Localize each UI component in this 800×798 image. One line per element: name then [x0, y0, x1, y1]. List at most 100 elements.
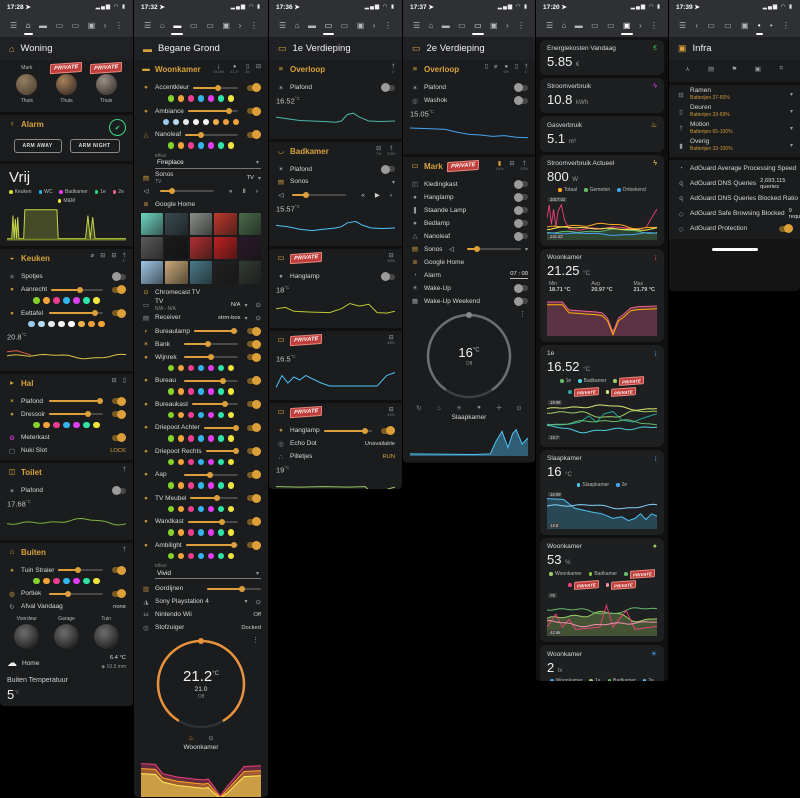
color-dot[interactable] [217, 411, 225, 419]
color-dot[interactable] [227, 482, 235, 489]
color-dot[interactable] [68, 320, 75, 327]
power-icon[interactable]: ⊙ [256, 314, 261, 322]
slider-knob[interactable] [302, 192, 309, 198]
brightness-slider[interactable] [49, 310, 103, 316]
color-dot[interactable] [93, 297, 100, 304]
color-dot[interactable] [227, 364, 235, 372]
color-dot[interactable] [177, 505, 185, 513]
chevron-down-icon[interactable]: ▾ [245, 302, 248, 309]
color-dot[interactable] [187, 435, 195, 442]
color-dot[interactable] [38, 320, 45, 327]
color-dot[interactable] [187, 411, 195, 419]
tab-kebab[interactable]: ⋮ [114, 19, 124, 32]
tab-menu[interactable]: ☰ [278, 19, 287, 32]
refresh-icon[interactable]: ↻ [414, 404, 424, 412]
arm-button[interactable]: ARM NIGHT [69, 139, 120, 153]
legend-item[interactable]: Keuken [9, 189, 32, 195]
tab-bed[interactable]: ▭ [706, 19, 716, 32]
tab-kebab[interactable]: ⋮ [781, 19, 791, 32]
shieldok-icon[interactable]: ✔ [109, 119, 126, 136]
weather-row[interactable]: ☁ Home 6.4 °C ◈ 10.3 mm [7, 652, 126, 674]
color-dot[interactable] [187, 529, 195, 536]
legend-item[interactable]: Woonkamer [549, 571, 582, 577]
fan-icon[interactable]: ✛ [494, 404, 504, 412]
chevron-down-icon[interactable]: ▾ [790, 142, 793, 149]
album-art[interactable] [141, 212, 164, 235]
toggle-switch[interactable] [381, 272, 395, 281]
color-dot[interactable] [93, 421, 100, 428]
tab-sofa[interactable]: ▬ [307, 19, 317, 32]
slider-knob[interactable] [91, 310, 98, 316]
legend-item[interactable]: Totaal [558, 187, 577, 193]
color-dot[interactable] [177, 435, 185, 442]
album-art[interactable] [189, 261, 213, 284]
tab-sofa[interactable]: ▬ [38, 19, 48, 32]
tab-grid[interactable]: ▣ [221, 19, 231, 32]
album-art[interactable] [238, 236, 262, 260]
slider-knob[interactable] [225, 108, 232, 114]
color-dot[interactable] [33, 297, 40, 304]
color-dot[interactable] [43, 421, 50, 428]
brightness-slider[interactable] [184, 341, 238, 348]
color-dot[interactable] [43, 297, 50, 304]
color-dot[interactable] [217, 435, 225, 442]
legend-item[interactable]: 1e [560, 378, 571, 384]
color-dot[interactable] [177, 552, 185, 560]
tab-menu[interactable]: ☰ [143, 19, 152, 32]
color-dot[interactable] [167, 142, 175, 149]
color-dot[interactable] [187, 364, 195, 372]
entity-value[interactable]: none [113, 604, 126, 610]
legend-item[interactable]: Badkamer [59, 189, 88, 195]
tab-next[interactable]: › [638, 19, 643, 32]
slider-knob[interactable] [205, 341, 212, 348]
tab-grid[interactable]: ▣ [621, 19, 633, 35]
color-dot[interactable] [177, 458, 185, 466]
home-indicator-bar[interactable] [711, 247, 758, 251]
legend-item[interactable]: 2e [112, 189, 124, 195]
tab-next[interactable]: › [505, 19, 510, 32]
color-dot[interactable] [197, 435, 205, 442]
brightness-slider[interactable] [323, 427, 372, 434]
color-dot[interactable] [227, 552, 235, 560]
color-dot[interactable] [167, 505, 175, 513]
color-dot[interactable] [83, 577, 90, 584]
color-dot[interactable] [197, 411, 205, 419]
tab-bed2[interactable]: ▭ [723, 19, 733, 32]
tab-home[interactable]: ⌂ [428, 19, 435, 32]
legend-item[interactable]: 1e [94, 189, 106, 195]
toggle-switch[interactable] [112, 272, 126, 281]
tab-home[interactable]: ⌂ [294, 19, 301, 32]
toggle-switch[interactable] [381, 426, 395, 435]
album-art[interactable] [214, 261, 237, 284]
tab-menu[interactable]: ☰ [412, 19, 421, 32]
avatar[interactable] [95, 74, 117, 95]
color-dot[interactable] [187, 142, 195, 149]
color-dot[interactable] [53, 421, 60, 428]
color-dot[interactable] [212, 118, 220, 125]
brightness-slider[interactable] [184, 354, 238, 361]
color-dot[interactable] [217, 552, 225, 560]
toggle-switch[interactable] [112, 308, 126, 318]
brightness-slider[interactable] [187, 518, 238, 525]
toggle-switch[interactable] [247, 130, 261, 139]
slider-knob[interactable] [361, 427, 368, 434]
color-dot[interactable] [53, 577, 60, 584]
avatar[interactable] [55, 74, 77, 95]
toggle-switch[interactable] [247, 339, 261, 349]
device-source[interactable]: strm-box [218, 315, 241, 321]
entity-value[interactable]: Off [253, 612, 261, 618]
prev-icon[interactable]: « [358, 192, 368, 199]
effect-select[interactable]: Vivid ▾ [155, 568, 261, 580]
color-dot[interactable] [202, 118, 210, 125]
legend-item[interactable]: PRIVATE [605, 387, 637, 397]
pause-icon[interactable]: Ⅱ [240, 187, 249, 195]
tab-home[interactable]: ⌂ [159, 19, 166, 32]
toggle-switch[interactable] [112, 409, 126, 419]
color-dot[interactable] [53, 297, 60, 304]
color-dot[interactable] [73, 421, 80, 428]
color-dot[interactable] [197, 552, 205, 560]
slider-knob[interactable] [230, 542, 237, 549]
color-dot[interactable] [217, 95, 225, 102]
chevron-down-icon[interactable]: ▾ [392, 179, 395, 186]
avatar[interactable] [16, 74, 38, 95]
